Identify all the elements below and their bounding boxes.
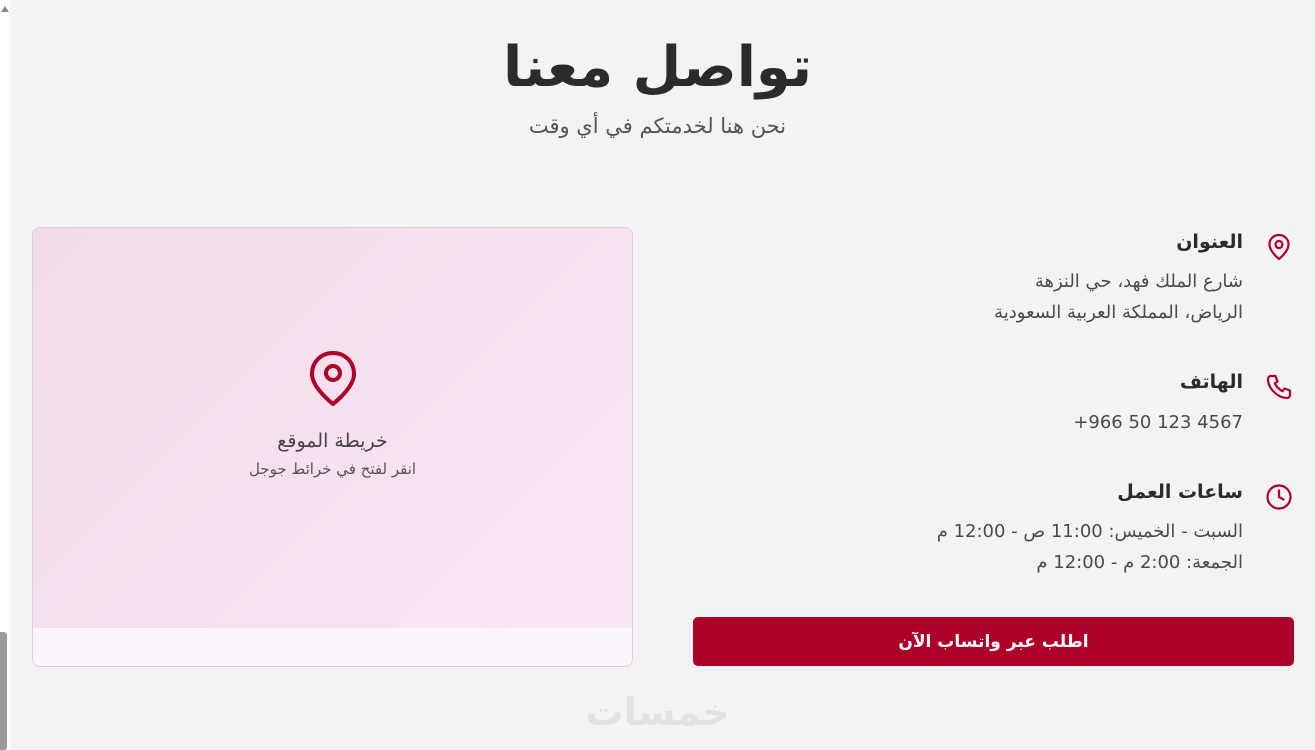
- address-label: العنوان: [1176, 231, 1243, 253]
- map-hint: انقر لفتح في خرائط جوجل: [248, 460, 417, 478]
- hours-label: ساعات العمل: [1117, 481, 1243, 503]
- hours-line-2: الجمعة: 2:00 م - 12:00 م: [1036, 552, 1243, 573]
- hours-line-1: السبت - الخميس: 11:00 ص - 12:00 م: [936, 521, 1243, 542]
- phone-icon: [1266, 374, 1292, 400]
- map-card[interactable]: خريطة الموقع انقر لفتح في خرائط جوجل: [32, 227, 633, 667]
- map-title: خريطة الموقع: [277, 430, 388, 452]
- page-title: تواصل معنا: [502, 35, 813, 100]
- location-pin-icon: [309, 351, 356, 406]
- map-placeholder[interactable]: خريطة الموقع انقر لفتح في خرائط جوجل: [33, 228, 632, 628]
- address-line-2: الرياض، المملكة العربية السعودية: [994, 302, 1243, 323]
- address-line-1: شارع الملك فهد، حي النزهة: [1034, 271, 1243, 292]
- page-subtitle: نحن هنا لخدمتكم في أي وقت: [528, 114, 787, 138]
- scrollbar-thumb[interactable]: [0, 632, 7, 750]
- contact-page: تواصل معنا نحن هنا لخدمتكم في أي وقت خري…: [0, 0, 1315, 750]
- whatsapp-order-button[interactable]: اطلب عبر واتساب الآن: [693, 617, 1294, 666]
- clock-icon: [1266, 484, 1292, 510]
- watermark-logo: خمسات: [585, 690, 730, 734]
- page-header: تواصل معنا نحن هنا لخدمتكم في أي وقت: [0, 28, 1315, 138]
- scroll-up-arrow-icon[interactable]: [1, 6, 9, 12]
- location-pin-icon: [1268, 233, 1290, 261]
- phone-number[interactable]: +966 50 123 4567: [1073, 412, 1243, 433]
- phone-label: الهاتف: [1179, 371, 1243, 393]
